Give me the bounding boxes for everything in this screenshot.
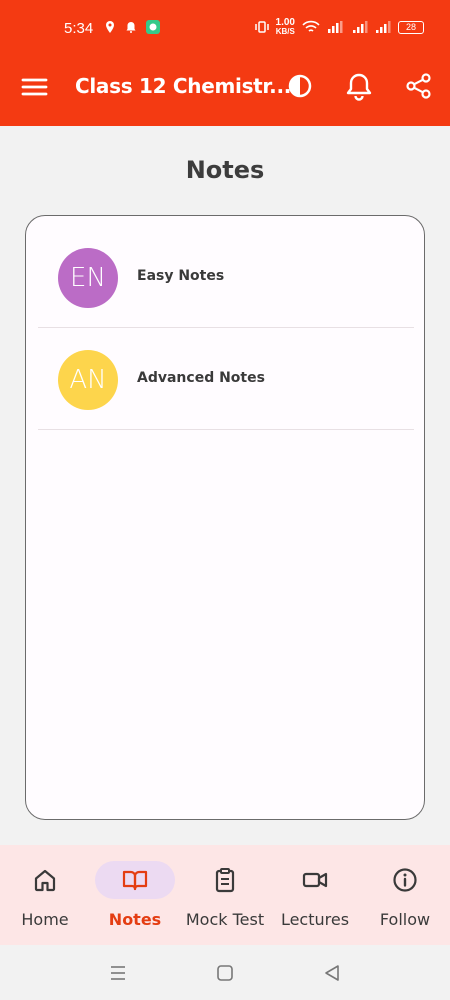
nav-item-mock-test[interactable]: Mock Test <box>180 845 270 945</box>
bell-icon <box>346 73 372 101</box>
nav-item-home[interactable]: Home <box>0 845 90 945</box>
chat-app-icon <box>146 20 160 34</box>
avatar: AN <box>58 350 118 410</box>
system-home-button[interactable] <box>213 961 237 985</box>
signal-1-icon <box>353 21 368 33</box>
bottom-nav: Home Notes Mock Test Lectures Follow <box>0 845 450 945</box>
wifi-icon <box>302 20 320 32</box>
avatar: EN <box>58 248 118 308</box>
theme-toggle-button[interactable] <box>286 72 318 104</box>
page-title: Notes <box>185 156 265 184</box>
app-title: Class 12 Chemistr... <box>75 74 292 98</box>
share-icon <box>406 73 431 99</box>
recents-button[interactable] <box>106 961 130 985</box>
status-time: 5:34 <box>64 20 94 37</box>
back-triangle-icon <box>325 965 339 981</box>
nav-label: Follow <box>379 910 431 929</box>
notification-bell-small-icon <box>126 22 136 33</box>
nav-label: Notes <box>108 910 162 929</box>
nav-item-lectures[interactable]: Lectures <box>270 845 360 945</box>
nav-label: Mock Test <box>185 910 265 929</box>
info-icon <box>393 868 417 892</box>
system-nav-bar <box>0 945 450 1000</box>
contrast-icon <box>288 74 312 98</box>
vibrate-icon <box>254 21 269 33</box>
app-bar: Class 12 Chemistr... <box>0 52 450 126</box>
net-speed-unit: KB/S <box>275 27 295 36</box>
video-icon <box>302 872 328 888</box>
battery-indicator: 28 <box>398 20 424 34</box>
back-button[interactable] <box>320 961 344 985</box>
recents-icon <box>111 966 125 980</box>
menu-button[interactable] <box>20 74 52 104</box>
nav-item-notes[interactable]: Notes <box>90 845 180 945</box>
list-item-label: Easy Notes <box>137 268 225 284</box>
notifications-button[interactable] <box>345 72 377 104</box>
nav-label: Home <box>21 910 69 929</box>
clipboard-icon <box>215 868 235 893</box>
status-bar: 5:34 1.00 KB/S 28 <box>0 0 450 52</box>
share-button[interactable] <box>405 72 437 104</box>
home-square-icon <box>217 965 233 981</box>
list-item-label: Advanced Notes <box>137 370 265 386</box>
location-pin-icon <box>106 21 114 33</box>
notes-card: EN Easy Notes AN Advanced Notes <box>25 215 425 820</box>
volte-signal-icon <box>328 21 343 33</box>
list-item-easy-notes[interactable]: EN Easy Notes <box>38 228 414 328</box>
home-icon <box>34 869 56 892</box>
hamburger-menu-icon <box>21 78 48 96</box>
book-open-icon <box>122 870 148 891</box>
nav-label: Lectures <box>280 910 350 929</box>
signal-2-icon <box>376 21 391 33</box>
list-item-advanced-notes[interactable]: AN Advanced Notes <box>38 330 414 430</box>
nav-item-follow[interactable]: Follow <box>360 845 450 945</box>
